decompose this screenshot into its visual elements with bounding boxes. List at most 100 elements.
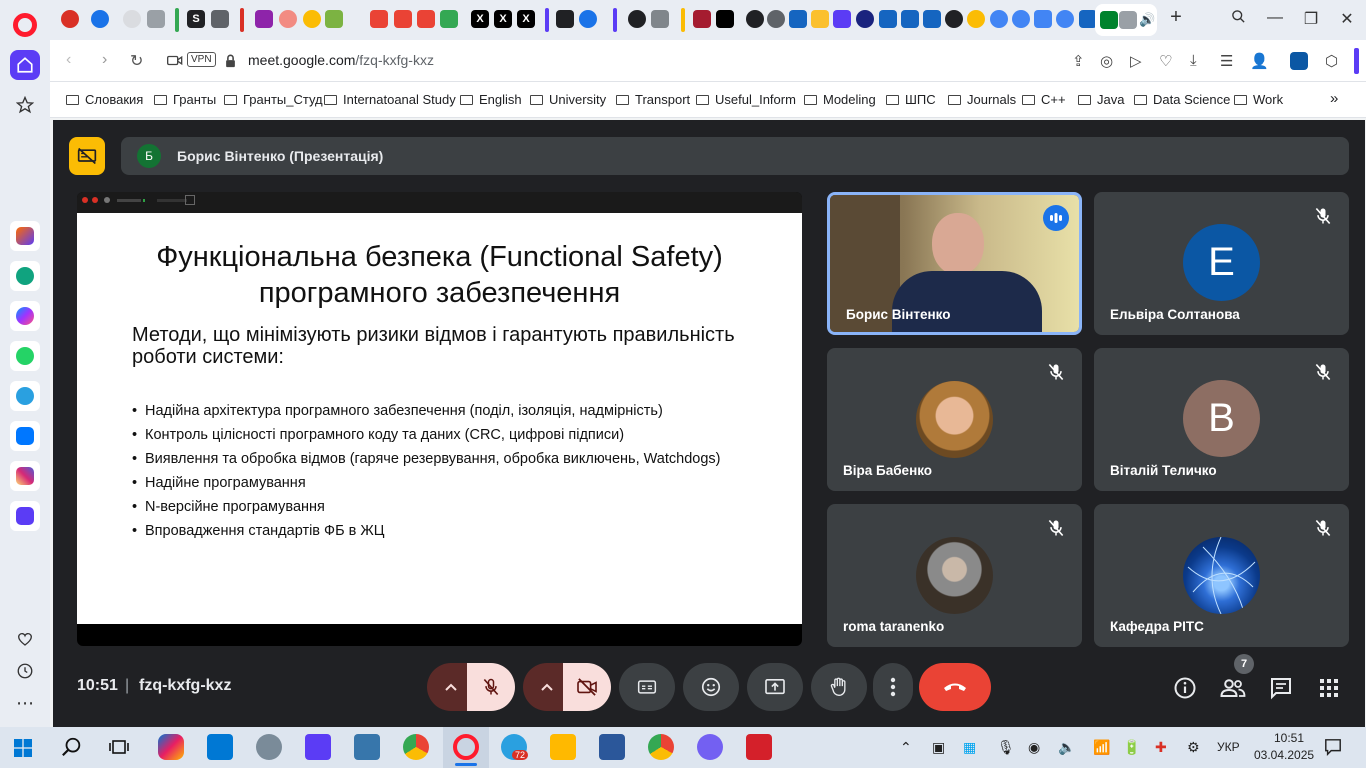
language-indicator[interactable]: УКР [1217, 740, 1240, 754]
tab-favicon-icon[interactable] [279, 10, 297, 28]
chrome-profile-icon[interactable] [648, 734, 674, 760]
opera-logo-icon[interactable] [13, 13, 37, 37]
tab-favicon-icon[interactable] [325, 10, 343, 28]
aria-icon[interactable] [10, 221, 40, 251]
tab-favicon-icon[interactable] [579, 10, 597, 28]
task-view-icon[interactable] [109, 738, 129, 756]
x-icon[interactable]: X [471, 10, 489, 28]
bookmark-folder[interactable]: Гранты_Студ [224, 92, 323, 107]
download-icon[interactable]: ⤓ [1190, 52, 1197, 69]
tray-app-icon[interactable]: ▣ [932, 739, 945, 756]
bookmark-folder[interactable]: C++ [1022, 92, 1066, 107]
favorites-heart-icon[interactable]: ♡ [1159, 52, 1172, 70]
new-tab-button[interactable]: + [1164, 6, 1188, 29]
back-icon[interactable]: ‹ [66, 51, 71, 69]
drive-icon[interactable] [440, 10, 458, 28]
bookmark-folder[interactable]: Transport [616, 92, 690, 107]
tab-favicon-icon[interactable] [651, 10, 669, 28]
restore-button[interactable]: ❐ [1299, 9, 1323, 29]
bookmark-folder[interactable]: Journals [948, 92, 1016, 107]
file-explorer-icon[interactable] [550, 734, 576, 760]
tab-favicon-icon[interactable] [91, 10, 109, 28]
participant-tile[interactable]: Борис Вінтенко [827, 192, 1082, 335]
python-icon[interactable] [354, 734, 380, 760]
copilot-icon[interactable] [158, 734, 184, 760]
outlook-mail-icon[interactable] [207, 734, 233, 760]
participant-tile[interactable]: E Ельвіра Солтанова [1094, 192, 1349, 335]
share-icon[interactable]: ⇪ [1072, 52, 1085, 70]
speaker-icon[interactable]: 🔊 [1139, 12, 1155, 28]
url-input[interactable]: meet.google.com/fzq-kxfg-kxz [248, 52, 434, 68]
forward-icon[interactable]: › [102, 51, 107, 69]
raise-hand-button[interactable] [811, 663, 867, 711]
more-icon[interactable]: ⋯ [10, 688, 40, 718]
profile-icon[interactable]: 👤 [1250, 52, 1269, 70]
notifications-icon[interactable] [1324, 738, 1342, 756]
extensions-cube-icon[interactable]: ⬡ [1325, 52, 1338, 70]
snapshot-icon[interactable]: ◎ [1100, 52, 1113, 70]
tab-favicon-icon[interactable] [147, 10, 165, 28]
cloud-icon[interactable] [1056, 10, 1074, 28]
translate-icon[interactable] [1034, 10, 1052, 28]
x-icon[interactable]: X [494, 10, 512, 28]
tab-favicon-icon[interactable] [303, 10, 321, 28]
telegram-icon[interactable] [10, 381, 40, 411]
tab-favicon-icon[interactable] [789, 10, 807, 28]
lock-icon[interactable] [225, 54, 236, 73]
tab-favicon-icon[interactable] [556, 10, 574, 28]
participant-tile[interactable]: Кафедра РІТС [1094, 504, 1349, 647]
gmail-icon[interactable] [394, 10, 412, 28]
bookmark-folder[interactable]: Data Scienсe [1134, 92, 1230, 107]
gmail-icon[interactable] [370, 10, 388, 28]
volume-icon[interactable]: 🔈 [1058, 739, 1075, 756]
viber-icon[interactable] [697, 734, 723, 760]
word-icon[interactable] [599, 734, 625, 760]
meeting-code[interactable]: fzq-kxfg-kxz [139, 677, 231, 695]
tab-favicon-icon[interactable] [967, 10, 985, 28]
tab-favicon-icon[interactable] [856, 10, 874, 28]
bookmark-folder[interactable]: University [530, 92, 606, 107]
network-icon[interactable]: ⚙ [1187, 739, 1200, 756]
camera-toggle-button[interactable] [563, 663, 611, 711]
vk-icon[interactable] [10, 421, 40, 451]
bookmark-folder[interactable]: Work [1234, 92, 1283, 107]
music-player-icon[interactable] [10, 501, 40, 531]
tab-favicon-icon[interactable] [879, 10, 897, 28]
tab-favicon-icon[interactable] [901, 10, 919, 28]
tab-favicon-icon[interactable] [811, 10, 829, 28]
participant-tile[interactable]: roma taranenko [827, 504, 1082, 647]
camera-icon[interactable] [167, 54, 183, 72]
participant-tile[interactable]: B Віталій Теличко [1094, 348, 1349, 491]
github-icon[interactable] [746, 10, 764, 28]
info-icon[interactable] [1173, 676, 1197, 700]
extension-icon[interactable] [1290, 52, 1308, 70]
send-icon[interactable]: ▷ [1130, 52, 1142, 70]
more-options-button[interactable] [873, 663, 913, 711]
bookmark-folder[interactable]: Useful_Inform [696, 92, 796, 107]
active-tab[interactable]: 🔊 [1095, 4, 1157, 36]
captions-button[interactable] [619, 663, 675, 711]
tab-favicon-icon[interactable] [923, 10, 941, 28]
presentation-indicator[interactable] [69, 137, 105, 175]
tab-favicon-icon[interactable] [123, 10, 141, 28]
sidebar-toggle[interactable] [1354, 48, 1359, 74]
windows-start-icon[interactable] [14, 739, 32, 757]
presentation-stage[interactable]: Функціональна безпека (Functional Safety… [77, 192, 802, 646]
leave-call-button[interactable] [919, 663, 991, 711]
vpn-badge[interactable]: VPN [187, 52, 216, 67]
tray-app-icon[interactable]: ▦ [963, 739, 976, 756]
participant-tile[interactable]: Віра Бабенко [827, 348, 1082, 491]
heart-icon[interactable] [10, 624, 40, 654]
camera-tray-icon[interactable]: ◉ [1028, 739, 1040, 756]
easy-setup-icon[interactable]: ☰ [1220, 52, 1233, 70]
chat-icon[interactable] [1269, 676, 1293, 700]
bookmark-folder[interactable]: English [460, 92, 522, 107]
app-icon[interactable] [256, 734, 282, 760]
minimize-button[interactable]: — [1263, 9, 1287, 27]
tab-favicon-icon[interactable] [61, 10, 79, 28]
gmail-icon[interactable] [417, 10, 435, 28]
battery-icon[interactable]: 🔋 [1123, 739, 1140, 756]
x-icon[interactable] [716, 10, 734, 28]
tab-favicon-icon[interactable] [628, 10, 646, 28]
tab-favicon-icon[interactable] [693, 10, 711, 28]
